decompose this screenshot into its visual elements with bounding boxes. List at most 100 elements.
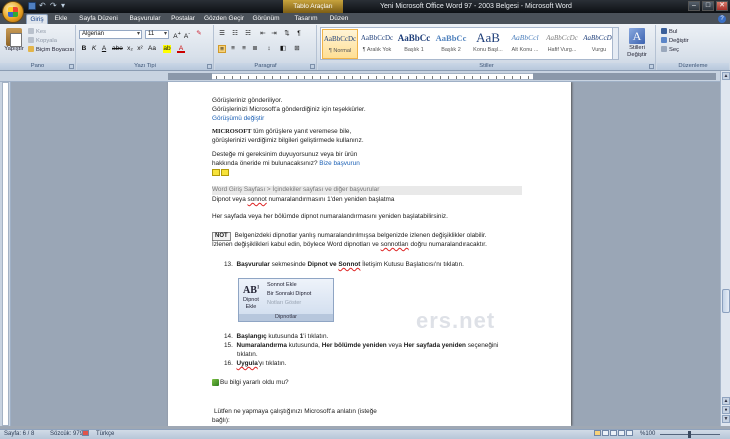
- underline-icon[interactable]: A: [100, 45, 108, 53]
- font-name-combo[interactable]: Algerian: [79, 30, 142, 39]
- shading-icon[interactable]: ◧: [279, 45, 287, 53]
- style-normal[interactable]: AaBbCcDc ¶ Normal: [322, 29, 358, 59]
- style-heading-2[interactable]: AaBbCc Başlık 2: [433, 29, 469, 59]
- select-button[interactable]: Seç: [661, 46, 679, 54]
- line-spacing-icon[interactable]: ↕: [265, 45, 273, 53]
- doc-text: İzlenen değişiklikleri kabul edin, böyle…: [212, 241, 381, 248]
- strikethrough-icon[interactable]: abe: [112, 45, 123, 53]
- subscript-icon[interactable]: x₂: [126, 45, 134, 53]
- justify-icon[interactable]: ≣: [251, 45, 259, 53]
- tab-layout[interactable]: Düzen: [326, 14, 352, 24]
- maximize-button[interactable]: □: [702, 1, 714, 11]
- align-right-icon[interactable]: ≡: [240, 45, 248, 53]
- font-color-icon[interactable]: A: [177, 45, 185, 53]
- previous-page-icon[interactable]: ▲: [722, 397, 730, 405]
- font-launcher-icon[interactable]: [207, 64, 212, 69]
- decrease-indent-icon[interactable]: ⇤: [259, 30, 267, 38]
- print-layout-icon[interactable]: [594, 430, 601, 437]
- highlight-icon[interactable]: ab: [163, 45, 171, 53]
- tab-review[interactable]: Gözden Geçir: [203, 14, 245, 24]
- styles-launcher-icon[interactable]: [649, 64, 654, 69]
- next-page-icon[interactable]: ▼: [722, 415, 730, 423]
- doc-text: sonnotları: [380, 241, 409, 248]
- office-button[interactable]: [2, 1, 24, 23]
- show-marks-icon[interactable]: ¶: [295, 30, 303, 38]
- shrink-font-icon[interactable]: A-: [183, 30, 191, 40]
- contact-us-link[interactable]: Bize başvurun: [319, 160, 360, 167]
- binoculars-icon: [661, 28, 667, 35]
- language-indicator[interactable]: Türkçe: [96, 430, 114, 439]
- zoom-slider-thumb[interactable]: [688, 431, 691, 438]
- replace-button[interactable]: Değiştir: [661, 37, 689, 45]
- superscript-icon[interactable]: x²: [136, 45, 144, 53]
- style-subtle-emphasis[interactable]: AaBbCcDc Hafif Vurg...: [544, 29, 580, 59]
- zoom-level[interactable]: %100: [640, 430, 655, 439]
- document-page[interactable]: Görüşleriniz gönderiliyor. Görüşlerinizi…: [168, 82, 571, 426]
- undo-icon[interactable]: ↶: [39, 2, 47, 10]
- align-center-icon[interactable]: ≡: [229, 45, 237, 53]
- cursor-icon: [661, 46, 667, 53]
- style-no-spacing[interactable]: AaBbCcDc ¶ Aralık Yok: [359, 29, 395, 59]
- format-painter-button[interactable]: Biçim Boyacısı: [28, 46, 74, 54]
- word-counter[interactable]: Sözcük: 979: [50, 430, 83, 439]
- styles-gallery-scroll[interactable]: [612, 27, 619, 60]
- bold-icon[interactable]: B: [80, 45, 88, 53]
- style-subtitle[interactable]: AaBbCcl Alt Konu ...: [507, 29, 543, 59]
- tab-insert[interactable]: Ekle: [51, 14, 71, 24]
- status-bar: Sayfa: 6 / 8 Sözcük: 979 Türkçe %100: [0, 429, 730, 439]
- scroll-thumb[interactable]: [722, 289, 730, 313]
- list-item: 13. Başvurular sekmesinde Dipnot ve Sonn…: [224, 261, 464, 269]
- clear-format-icon[interactable]: ✎: [195, 30, 203, 38]
- sort-icon[interactable]: ⇅: [283, 30, 291, 38]
- bullets-icon[interactable]: ☰: [218, 30, 226, 38]
- style-sample: AaBbCc: [435, 33, 467, 43]
- proofing-icon[interactable]: [82, 430, 90, 439]
- tab-page-layout[interactable]: Sayfa Düzeni: [76, 14, 121, 24]
- paragraph-launcher-icon[interactable]: [310, 64, 315, 69]
- insert-footnote-label: Dipnot Ekle: [243, 297, 259, 310]
- qat-dropdown-icon[interactable]: ▾: [61, 2, 69, 10]
- clipboard-group: Yapıştır Kes Kopyala Biçim Boyacısı Pano: [0, 25, 76, 70]
- minimize-button[interactable]: –: [688, 1, 700, 11]
- paste-button[interactable]: Yapıştır: [3, 28, 25, 52]
- font-size-combo[interactable]: 11: [145, 30, 169, 39]
- help-icon[interactable]: ?: [718, 15, 726, 23]
- tab-design[interactable]: Tasarım: [290, 14, 322, 24]
- style-heading-1[interactable]: AaBbCc Başlık 1: [396, 29, 432, 59]
- numbering-icon[interactable]: ☷: [231, 30, 239, 38]
- tab-view[interactable]: Görünüm: [250, 14, 282, 24]
- scroll-up-icon[interactable]: ▲: [722, 72, 730, 80]
- horizontal-ruler[interactable]: [0, 71, 730, 82]
- close-button[interactable]: ✕: [716, 1, 728, 11]
- save-icon[interactable]: [28, 2, 36, 10]
- cut-button[interactable]: Kes: [28, 28, 46, 36]
- tab-mailings[interactable]: Postalar: [168, 14, 198, 24]
- full-screen-reading-icon[interactable]: [602, 430, 609, 437]
- borders-icon[interactable]: ⊞: [293, 45, 301, 53]
- list-number: 14.: [224, 333, 233, 340]
- browse-object-icon[interactable]: ●: [722, 406, 730, 414]
- draft-icon[interactable]: [626, 430, 633, 437]
- increase-indent-icon[interactable]: ⇥: [270, 30, 278, 38]
- change-feedback-link[interactable]: Görüşümü değiştir: [212, 115, 264, 123]
- change-styles-button[interactable]: A Stilleri Değiştir: [622, 28, 652, 59]
- tab-references[interactable]: Başvurular: [127, 14, 163, 24]
- clipboard-launcher-icon[interactable]: [69, 64, 74, 69]
- grow-font-icon[interactable]: A+: [173, 30, 181, 40]
- italic-icon[interactable]: K: [90, 45, 98, 53]
- align-left-icon[interactable]: ≡: [218, 45, 226, 53]
- page-counter[interactable]: Sayfa: 6 / 8: [4, 430, 34, 439]
- change-case-icon[interactable]: Aa: [148, 45, 156, 53]
- breadcrumb[interactable]: Word Giriş Sayfası > İçindekiler sayfası…: [212, 186, 379, 194]
- vertical-scrollbar[interactable]: ▲ ▲ ● ▼: [720, 71, 730, 426]
- tab-home[interactable]: Giriş: [26, 14, 48, 24]
- multilevel-list-icon[interactable]: ☵: [244, 30, 252, 38]
- outline-icon[interactable]: [618, 430, 625, 437]
- style-name: Başlık 1: [404, 47, 424, 53]
- web-layout-icon[interactable]: [610, 430, 617, 437]
- copy-button[interactable]: Kopyala: [28, 37, 57, 45]
- vertical-ruler[interactable]: [0, 82, 11, 426]
- find-button[interactable]: Bul: [661, 28, 677, 36]
- redo-icon[interactable]: ↷: [50, 2, 58, 10]
- style-title[interactable]: AaB Konu Başl...: [470, 29, 506, 59]
